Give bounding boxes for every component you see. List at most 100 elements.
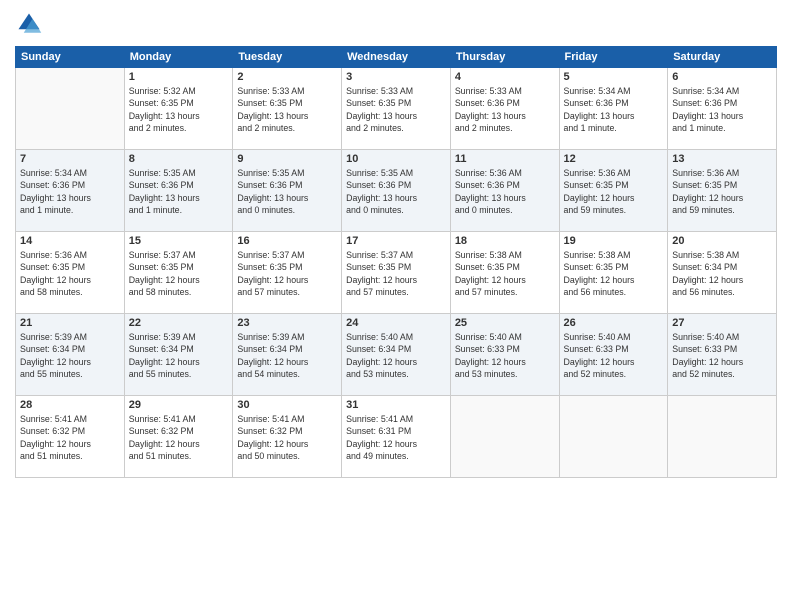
- calendar-cell: 20 Sunrise: 5:38 AM Sunset: 6:34 PM Dayli…: [668, 232, 777, 314]
- calendar-week-row: 21Sunrise: 5:39 AM Sunset: 6:34 PM Dayli…: [16, 314, 777, 396]
- day-info: Sunrise: 5:40 AM Sunset: 6:34 PM Dayligh…: [346, 331, 446, 380]
- calendar-cell: 21Sunrise: 5:39 AM Sunset: 6:34 PM Dayli…: [16, 314, 125, 396]
- day-number: 26: [564, 317, 664, 329]
- calendar-week-row: 14 Sunrise: 5:36 AM Sunset: 6:35 PM Dayli…: [16, 232, 777, 314]
- day-header-saturday: Saturday: [668, 47, 777, 68]
- day-info: Sunrise: 5:33 AM Sunset: 6:35 PM Dayligh…: [346, 85, 446, 134]
- calendar-table: SundayMondayTuesdayWednesdayThursdayFrid…: [15, 46, 777, 478]
- day-info: Sunrise: 5:35 AM Sunset: 6:36 PM Dayligh…: [346, 167, 446, 216]
- day-info: Sunrise: 5:41 AM Sunset: 6:32 PM Dayligh…: [129, 413, 229, 462]
- day-number: 25: [455, 317, 555, 329]
- day-header-thursday: Thursday: [450, 47, 559, 68]
- day-info: Sunrise: 5:36 AM Sunset: 6:35 PM Dayligh…: [20, 249, 120, 298]
- day-info: Sunrise: 5:39 AM Sunset: 6:34 PM Dayligh…: [129, 331, 229, 380]
- calendar-cell: 30 Sunrise: 5:41 AM Sunset: 6:32 PM Dayli…: [233, 396, 342, 478]
- day-number: 1: [129, 71, 229, 83]
- day-number: 19: [564, 235, 664, 247]
- day-info: Sunrise: 5:40 AM Sunset: 6:33 PM Dayligh…: [672, 331, 772, 380]
- calendar-week-row: 7 Sunrise: 5:34 AM Sunset: 6:36 PM Daylig…: [16, 150, 777, 232]
- day-number: 24: [346, 317, 446, 329]
- calendar-cell: 24 Sunrise: 5:40 AM Sunset: 6:34 PM Dayli…: [342, 314, 451, 396]
- day-number: 7: [20, 153, 120, 165]
- calendar-cell: 4 Sunrise: 5:33 AM Sunset: 6:36 PM Daylig…: [450, 68, 559, 150]
- calendar-cell: 28 Sunrise: 5:41 AM Sunset: 6:32 PM Dayli…: [16, 396, 125, 478]
- calendar-cell: 10Sunrise: 5:35 AM Sunset: 6:36 PM Dayli…: [342, 150, 451, 232]
- day-info: Sunrise: 5:36 AM Sunset: 6:35 PM Dayligh…: [672, 167, 772, 216]
- calendar-cell: 9Sunrise: 5:35 AM Sunset: 6:36 PM Daylig…: [233, 150, 342, 232]
- day-info: Sunrise: 5:41 AM Sunset: 6:32 PM Dayligh…: [20, 413, 120, 462]
- day-number: 30: [237, 399, 337, 411]
- day-number: 22: [129, 317, 229, 329]
- day-number: 27: [672, 317, 772, 329]
- calendar-cell: 1Sunrise: 5:32 AM Sunset: 6:35 PM Daylig…: [124, 68, 233, 150]
- day-header-tuesday: Tuesday: [233, 47, 342, 68]
- calendar-cell: 18 Sunrise: 5:38 AM Sunset: 6:35 PM Dayli…: [450, 232, 559, 314]
- calendar-cell: 27 Sunrise: 5:40 AM Sunset: 6:33 PM Dayli…: [668, 314, 777, 396]
- day-number: 16: [237, 235, 337, 247]
- day-info: Sunrise: 5:38 AM Sunset: 6:35 PM Dayligh…: [455, 249, 555, 298]
- day-info: Sunrise: 5:37 AM Sunset: 6:35 PM Dayligh…: [346, 249, 446, 298]
- day-header-wednesday: Wednesday: [342, 47, 451, 68]
- day-info: Sunrise: 5:41 AM Sunset: 6:31 PM Dayligh…: [346, 413, 446, 462]
- day-info: Sunrise: 5:38 AM Sunset: 6:35 PM Dayligh…: [564, 249, 664, 298]
- calendar-cell: 14 Sunrise: 5:36 AM Sunset: 6:35 PM Dayli…: [16, 232, 125, 314]
- calendar-week-row: 28 Sunrise: 5:41 AM Sunset: 6:32 PM Dayli…: [16, 396, 777, 478]
- calendar-cell: 19 Sunrise: 5:38 AM Sunset: 6:35 PM Dayli…: [559, 232, 668, 314]
- calendar-cell: 16Sunrise: 5:37 AM Sunset: 6:35 PM Dayli…: [233, 232, 342, 314]
- day-number: 3: [346, 71, 446, 83]
- day-number: 29: [129, 399, 229, 411]
- day-info: Sunrise: 5:41 AM Sunset: 6:32 PM Dayligh…: [237, 413, 337, 462]
- logo-icon: [15, 10, 43, 38]
- day-info: Sunrise: 5:33 AM Sunset: 6:36 PM Dayligh…: [455, 85, 555, 134]
- day-info: Sunrise: 5:34 AM Sunset: 6:36 PM Dayligh…: [564, 85, 664, 134]
- calendar-cell: 29 Sunrise: 5:41 AM Sunset: 6:32 PM Dayli…: [124, 396, 233, 478]
- logo: [15, 10, 47, 38]
- calendar-cell: 8 Sunrise: 5:35 AM Sunset: 6:36 PM Daylig…: [124, 150, 233, 232]
- calendar-cell: 23 Sunrise: 5:39 AM Sunset: 6:34 PM Dayli…: [233, 314, 342, 396]
- day-number: 14: [20, 235, 120, 247]
- header: [15, 10, 777, 38]
- day-number: 11: [455, 153, 555, 165]
- day-header-friday: Friday: [559, 47, 668, 68]
- day-info: Sunrise: 5:39 AM Sunset: 6:34 PM Dayligh…: [20, 331, 120, 380]
- calendar-cell: 26 Sunrise: 5:40 AM Sunset: 6:33 PM Dayli…: [559, 314, 668, 396]
- calendar-week-row: 1Sunrise: 5:32 AM Sunset: 6:35 PM Daylig…: [16, 68, 777, 150]
- day-info: Sunrise: 5:37 AM Sunset: 6:35 PM Dayligh…: [129, 249, 229, 298]
- calendar-cell: 2 Sunrise: 5:33 AM Sunset: 6:35 PM Daylig…: [233, 68, 342, 150]
- calendar-cell: 31Sunrise: 5:41 AM Sunset: 6:31 PM Dayli…: [342, 396, 451, 478]
- day-number: 15: [129, 235, 229, 247]
- day-info: Sunrise: 5:40 AM Sunset: 6:33 PM Dayligh…: [455, 331, 555, 380]
- day-number: 18: [455, 235, 555, 247]
- day-header-sunday: Sunday: [16, 47, 125, 68]
- day-info: Sunrise: 5:35 AM Sunset: 6:36 PM Dayligh…: [129, 167, 229, 216]
- day-info: Sunrise: 5:39 AM Sunset: 6:34 PM Dayligh…: [237, 331, 337, 380]
- day-info: Sunrise: 5:38 AM Sunset: 6:34 PM Dayligh…: [672, 249, 772, 298]
- day-header-monday: Monday: [124, 47, 233, 68]
- day-number: 9: [237, 153, 337, 165]
- day-number: 5: [564, 71, 664, 83]
- calendar-cell: 7 Sunrise: 5:34 AM Sunset: 6:36 PM Daylig…: [16, 150, 125, 232]
- day-number: 8: [129, 153, 229, 165]
- day-number: 20: [672, 235, 772, 247]
- calendar-cell: 6Sunrise: 5:34 AM Sunset: 6:36 PM Daylig…: [668, 68, 777, 150]
- day-info: Sunrise: 5:36 AM Sunset: 6:36 PM Dayligh…: [455, 167, 555, 216]
- day-info: Sunrise: 5:36 AM Sunset: 6:35 PM Dayligh…: [564, 167, 664, 216]
- calendar-cell: [668, 396, 777, 478]
- day-info: Sunrise: 5:34 AM Sunset: 6:36 PM Dayligh…: [672, 85, 772, 134]
- calendar-cell: 11 Sunrise: 5:36 AM Sunset: 6:36 PM Dayli…: [450, 150, 559, 232]
- calendar-cell: [559, 396, 668, 478]
- day-info: Sunrise: 5:33 AM Sunset: 6:35 PM Dayligh…: [237, 85, 337, 134]
- calendar-cell: 5 Sunrise: 5:34 AM Sunset: 6:36 PM Daylig…: [559, 68, 668, 150]
- day-number: 4: [455, 71, 555, 83]
- calendar-cell: 15 Sunrise: 5:37 AM Sunset: 6:35 PM Dayli…: [124, 232, 233, 314]
- day-number: 2: [237, 71, 337, 83]
- calendar-cell: [16, 68, 125, 150]
- calendar-cell: 25 Sunrise: 5:40 AM Sunset: 6:33 PM Dayli…: [450, 314, 559, 396]
- calendar-cell: 22 Sunrise: 5:39 AM Sunset: 6:34 PM Dayli…: [124, 314, 233, 396]
- day-number: 23: [237, 317, 337, 329]
- day-info: Sunrise: 5:40 AM Sunset: 6:33 PM Dayligh…: [564, 331, 664, 380]
- calendar-cell: [450, 396, 559, 478]
- day-info: Sunrise: 5:34 AM Sunset: 6:36 PM Dayligh…: [20, 167, 120, 216]
- calendar-page: SundayMondayTuesdayWednesdayThursdayFrid…: [0, 0, 792, 612]
- day-number: 28: [20, 399, 120, 411]
